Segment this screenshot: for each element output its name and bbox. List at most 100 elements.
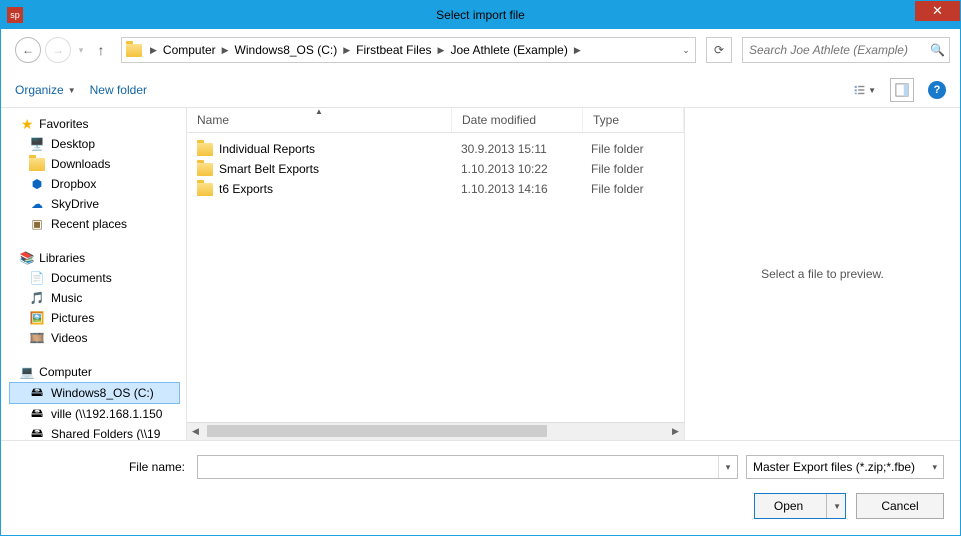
column-type[interactable]: Type bbox=[583, 108, 684, 132]
sidebar-item-network-ville[interactable]: 🖴ville (\\192.168.1.150 bbox=[9, 404, 186, 424]
search-input[interactable] bbox=[747, 42, 930, 58]
search-box[interactable]: 🔍 bbox=[742, 37, 950, 63]
forward-button[interactable]: → bbox=[45, 37, 71, 63]
sidebar-item-label: Dropbox bbox=[51, 177, 96, 191]
navigation-pane[interactable]: ▷ ★ Favorites 🖥️ Desktop Downloads ⬢Dropb… bbox=[1, 108, 187, 440]
sidebar-item-downloads[interactable]: Downloads bbox=[9, 154, 186, 174]
toolbar: Organize ▼ New folder ▼ ? bbox=[1, 73, 960, 108]
new-folder-button[interactable]: New folder bbox=[90, 83, 147, 97]
close-button[interactable]: ✕ bbox=[915, 1, 960, 21]
filename-dropdown[interactable]: ▾ bbox=[718, 456, 737, 478]
file-type: File folder bbox=[581, 182, 681, 196]
chevron-down-icon: ▾ bbox=[932, 462, 937, 473]
column-date-modified[interactable]: Date modified bbox=[452, 108, 583, 132]
expand-icon: ▷ bbox=[9, 368, 15, 377]
recent-locations-dropdown[interactable]: ▾ bbox=[75, 45, 87, 56]
sidebar-item-videos[interactable]: 🎞️Videos bbox=[9, 328, 186, 348]
filename-combobox[interactable]: ▾ bbox=[197, 455, 738, 479]
sidebar-item-recent-places[interactable]: ▣Recent places bbox=[9, 214, 186, 234]
back-button[interactable]: ← bbox=[15, 37, 41, 63]
sidebar-group-libraries: ▷ 📚 Libraries 📄Documents 🎵Music 🖼️Pictur… bbox=[9, 248, 186, 348]
chevron-right-icon[interactable]: ▶ bbox=[146, 45, 161, 56]
refresh-button[interactable]: ⟳ bbox=[706, 37, 732, 63]
sidebar-item-label: Music bbox=[51, 291, 82, 305]
drive-icon: 🖴 bbox=[29, 385, 45, 401]
sidebar-item-label: Downloads bbox=[51, 157, 110, 171]
downloads-icon bbox=[29, 156, 45, 172]
expand-icon: ▷ bbox=[9, 120, 15, 129]
expand-icon: ▷ bbox=[9, 254, 15, 263]
window-title: Select import file bbox=[1, 8, 960, 22]
sidebar-item-label: ville (\\192.168.1.150 bbox=[51, 407, 162, 421]
list-item[interactable]: Smart Belt Exports 1.10.2013 10:22 File … bbox=[187, 159, 684, 179]
column-name[interactable]: Name ▲ bbox=[187, 108, 452, 132]
file-name: Smart Belt Exports bbox=[219, 162, 319, 176]
sidebar-item-label: Windows8_OS (C:) bbox=[51, 386, 154, 400]
scroll-thumb[interactable] bbox=[207, 425, 547, 437]
videos-icon: 🎞️ bbox=[29, 330, 45, 346]
open-button[interactable]: Open ▼ bbox=[754, 493, 846, 519]
search-icon[interactable]: 🔍 bbox=[930, 43, 945, 57]
filename-input[interactable] bbox=[198, 456, 718, 478]
help-button[interactable]: ? bbox=[928, 81, 946, 99]
chevron-right-icon[interactable]: ▶ bbox=[218, 45, 233, 56]
star-icon: ★ bbox=[19, 116, 35, 132]
file-dialog-window: sp Select import file ✕ ← → ▾ ↑ ▶ Comput… bbox=[0, 0, 961, 536]
sidebar-head-computer[interactable]: ▷ 💻 Computer bbox=[9, 362, 186, 382]
breadcrumb-item[interactable]: Firstbeat Files bbox=[354, 43, 433, 57]
file-type: File folder bbox=[581, 142, 681, 156]
view-options-button[interactable]: ▼ bbox=[854, 79, 876, 101]
breadcrumb-bar[interactable]: ▶ Computer ▶ Windows8_OS (C:) ▶ Firstbea… bbox=[121, 37, 696, 63]
sidebar-head-favorites[interactable]: ▷ ★ Favorites bbox=[9, 114, 186, 134]
sidebar-head-libraries[interactable]: ▷ 📚 Libraries bbox=[9, 248, 186, 268]
sidebar-item-skydrive[interactable]: ☁SkyDrive bbox=[9, 194, 186, 214]
sidebar-item-documents[interactable]: 📄Documents bbox=[9, 268, 186, 288]
folder-icon bbox=[197, 183, 213, 196]
preview-pane-button[interactable] bbox=[890, 78, 914, 102]
file-date: 30.9.2013 15:11 bbox=[451, 142, 581, 156]
scroll-right-icon[interactable]: ▶ bbox=[667, 423, 684, 440]
scroll-left-icon[interactable]: ◀ bbox=[187, 423, 204, 440]
file-list[interactable]: Individual Reports 30.9.2013 15:11 File … bbox=[187, 133, 684, 422]
sidebar-label: Computer bbox=[39, 365, 92, 379]
open-split-icon[interactable]: ▼ bbox=[826, 494, 841, 518]
up-button[interactable]: ↑ bbox=[91, 40, 111, 60]
sidebar-item-label: Recent places bbox=[51, 217, 127, 231]
file-date: 1.10.2013 10:22 bbox=[451, 162, 581, 176]
app-icon: sp bbox=[7, 7, 23, 23]
sidebar-item-dropbox[interactable]: ⬢Dropbox bbox=[9, 174, 186, 194]
chevron-right-icon[interactable]: ▶ bbox=[570, 45, 585, 56]
sidebar-item-label: Desktop bbox=[51, 137, 95, 151]
breadcrumb-item[interactable]: Windows8_OS (C:) bbox=[233, 43, 340, 57]
sidebar-item-shared-folders[interactable]: 🖴Shared Folders (\\19 bbox=[9, 424, 186, 440]
sidebar-item-desktop[interactable]: 🖥️ Desktop bbox=[9, 134, 186, 154]
open-label: Open bbox=[755, 499, 822, 513]
file-name: t6 Exports bbox=[219, 182, 273, 196]
pictures-icon: 🖼️ bbox=[29, 310, 45, 326]
folder-icon bbox=[197, 143, 213, 156]
list-item[interactable]: Individual Reports 30.9.2013 15:11 File … bbox=[187, 139, 684, 159]
location-icon bbox=[126, 42, 142, 58]
filetype-select[interactable]: Master Export files (*.zip;*.fbe) ▾ bbox=[746, 455, 944, 479]
preview-pane: Select a file to preview. bbox=[684, 108, 960, 440]
sidebar-item-music[interactable]: 🎵Music bbox=[9, 288, 186, 308]
breadcrumb-dropdown[interactable]: ⌄ bbox=[677, 45, 695, 56]
preview-text: Select a file to preview. bbox=[761, 267, 884, 281]
filetype-label: Master Export files (*.zip;*.fbe) bbox=[753, 460, 915, 474]
chevron-right-icon[interactable]: ▶ bbox=[339, 45, 354, 56]
file-list-area: Name ▲ Date modified Type Individual Rep… bbox=[187, 108, 684, 440]
sidebar-item-pictures[interactable]: 🖼️Pictures bbox=[9, 308, 186, 328]
organize-label: Organize bbox=[15, 83, 64, 97]
cancel-button[interactable]: Cancel bbox=[856, 493, 944, 519]
desktop-icon: 🖥️ bbox=[29, 136, 45, 152]
column-label: Type bbox=[593, 113, 619, 127]
chevron-right-icon[interactable]: ▶ bbox=[434, 45, 449, 56]
computer-icon: 💻 bbox=[19, 364, 35, 380]
horizontal-scrollbar[interactable]: ◀ ▶ bbox=[187, 422, 684, 440]
organize-button[interactable]: Organize ▼ bbox=[15, 83, 76, 97]
sidebar-group-favorites: ▷ ★ Favorites 🖥️ Desktop Downloads ⬢Dropb… bbox=[9, 114, 186, 234]
sidebar-item-drive-c[interactable]: 🖴 Windows8_OS (C:) bbox=[9, 382, 180, 404]
breadcrumb-item[interactable]: Joe Athlete (Example) bbox=[448, 43, 569, 57]
list-item[interactable]: t6 Exports 1.10.2013 14:16 File folder bbox=[187, 179, 684, 199]
breadcrumb-item[interactable]: Computer bbox=[161, 43, 218, 57]
